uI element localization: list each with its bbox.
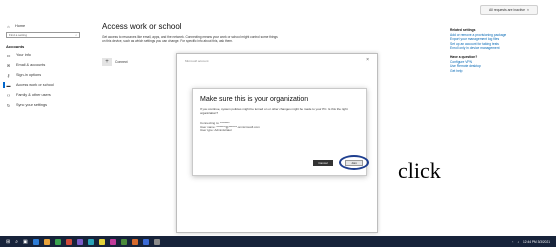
clock[interactable]: 12:44 PM 3/3/2021 (523, 240, 550, 244)
sidebar-item-your-info[interactable]: ▭ Your info (6, 50, 86, 60)
clock-time: 12:44 PM (523, 239, 537, 244)
organization-info: Connecting to: ******** User name: *****… (200, 121, 360, 133)
connect-label: Connect (115, 60, 128, 64)
clock-date: 3/3/2021 (537, 239, 550, 244)
section-title: Accounts (6, 43, 25, 49)
sidebar-home-label: Home (15, 24, 26, 28)
taskbar: ⊞ ⌕ ▣ ◔ ♪ 12:44 PM 3/3/2021 (0, 236, 556, 247)
taskbar-app-icon[interactable] (54, 238, 61, 245)
task-view-icon[interactable]: ▣ (23, 239, 28, 245)
microsoft-account-dialog: Microsoft account × Make sure this is yo… (176, 53, 378, 233)
system-tray: ◔ ♪ 12:44 PM 3/3/2021 (512, 236, 551, 247)
search-input[interactable]: Find a setting ⌕ (6, 32, 80, 38)
sidebar-item-label: Your info (16, 53, 31, 57)
sidebar-item-label: Family & other users (16, 93, 51, 97)
sidebar-item-label: Access work or school (16, 83, 54, 87)
taskbar-app-icon[interactable] (65, 238, 72, 245)
mail-icon: ✉ (6, 62, 11, 68)
taskbar-app-icon[interactable] (87, 238, 94, 245)
click-annotation: click (398, 158, 441, 183)
taskbar-app-icon[interactable] (109, 238, 116, 245)
home-icon: ⌂ (7, 23, 10, 29)
search-icon: ⌕ (75, 33, 77, 37)
people-icon: ⚇ (6, 92, 11, 98)
sidebar-item-label: Sync your settings (16, 103, 48, 107)
sidebar-item-label: Sign-in options (16, 73, 42, 77)
volume-icon[interactable]: ♪ (517, 240, 519, 244)
plus-icon: + (102, 58, 112, 66)
taskbar-app-icon[interactable] (43, 238, 50, 245)
briefcase-icon: ▬ (6, 82, 11, 88)
cancel-button[interactable]: Cancel (313, 160, 333, 166)
taskbar-app-icon[interactable] (98, 238, 105, 245)
sync-icon: ↻ (6, 102, 11, 108)
settings-sidebar: ⌂ Home Find a setting ⌕ Accounts ▭ Your … (3, 22, 86, 110)
sidebar-item-label: Email & accounts (16, 63, 46, 67)
sidebar-item-sync-settings[interactable]: ↻ Sync your settings (6, 100, 86, 110)
key-icon: ⚷ (7, 72, 10, 78)
sidebar-item-access-work-school[interactable]: ▬ Access work or school (3, 80, 86, 90)
highlight-circle (339, 155, 369, 170)
taskbar-icons: ⊞ ⌕ ▣ (6, 238, 160, 245)
taskbar-app-icon[interactable] (131, 238, 138, 245)
close-icon[interactable]: × (527, 8, 529, 12)
taskbar-app-icon[interactable] (120, 238, 127, 245)
notification-banner[interactable]: All requests are inactive × (480, 5, 538, 15)
sidebar-home[interactable]: ⌂ Home (6, 22, 86, 30)
page-description: Get access to resources like email, apps… (102, 35, 278, 44)
sidebar-item-sign-in-options[interactable]: ⚷ Sign-in options (6, 70, 86, 80)
page-title: Access work or school (102, 22, 182, 31)
dialog-body: If you continue, system policies might b… (200, 107, 348, 115)
dialog-header: Microsoft account (185, 59, 209, 63)
sidebar-item-email-accounts[interactable]: ✉ Email & accounts (6, 60, 86, 70)
network-icon[interactable]: ◔ (512, 240, 514, 244)
search-placeholder: Find a setting (9, 33, 28, 37)
close-icon[interactable]: × (366, 57, 369, 63)
taskbar-app-icon[interactable] (32, 238, 39, 245)
sidebar-item-family-users[interactable]: ⚇ Family & other users (6, 90, 86, 100)
person-card-icon: ▭ (6, 52, 11, 58)
link-get-help[interactable]: Get help (450, 69, 540, 74)
search-icon[interactable]: ⌕ (15, 239, 18, 245)
related-settings-panel: Related settings Add or remove a provisi… (450, 28, 540, 73)
confirm-organization-dialog: Make sure this is your organization If y… (192, 88, 369, 176)
taskbar-app-icon[interactable] (153, 238, 160, 245)
dialog-title: Make sure this is your organization (200, 96, 309, 103)
notification-text: All requests are inactive (489, 8, 525, 12)
info-line: User type: Administrator (200, 128, 233, 133)
connect-button[interactable]: + Connect (102, 58, 128, 66)
start-icon[interactable]: ⊞ (6, 239, 10, 245)
taskbar-app-icon[interactable] (76, 238, 83, 245)
taskbar-app-icon[interactable] (142, 238, 149, 245)
